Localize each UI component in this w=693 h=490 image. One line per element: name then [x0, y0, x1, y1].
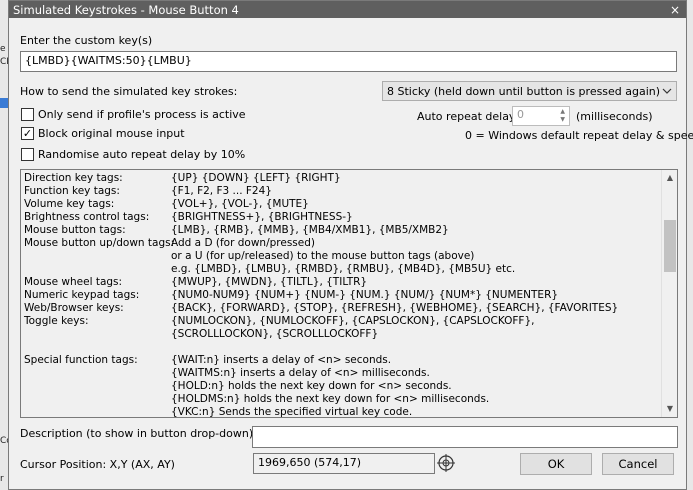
help-row-tag: Web/Browser keys:	[24, 302, 124, 314]
title-bar: Simulated Keystrokes - Mouse Button 4 ×	[9, 1, 686, 18]
tag-help-panel[interactable]: Direction key tags: {UP} {DOWN} {LEFT} {R…	[20, 169, 678, 418]
checkmark-icon[interactable]: ✓	[21, 127, 34, 140]
window-title: Simulated Keystrokes - Mouse Button 4	[13, 2, 239, 17]
help-row-desc: or a U (for up/released) to the mouse bu…	[171, 250, 475, 262]
help-row-desc: {WAITMS:n} inserts a delay of <n> millis…	[171, 367, 430, 379]
only-if-active-label: Only send if profile's process is active	[38, 108, 246, 121]
help-row-desc: {UP} {DOWN} {LEFT} {RIGHT}	[171, 172, 341, 184]
auto-repeat-spinner[interactable]: 0 ▲ ▼	[512, 106, 570, 126]
custom-keys-input[interactable]: {LMBD}{WAITMS:50}{LMBU}	[20, 51, 677, 72]
custom-keys-label: Enter the custom key(s)	[20, 34, 153, 47]
scroll-up-icon[interactable]: ▲	[662, 170, 677, 186]
block-original-label: Block original mouse input	[38, 127, 185, 140]
bg-text-fragment: e	[0, 44, 6, 54]
help-row-tag: Function key tags:	[24, 185, 120, 197]
help-row-desc: {BRIGHTNESS+}, {BRIGHTNESS-}	[171, 211, 353, 223]
help-row-tag: Mouse button tags:	[24, 224, 126, 236]
block-original-checkbox[interactable]: ✓ Block original mouse input	[21, 127, 185, 140]
help-row-tag: Mouse wheel tags:	[24, 276, 123, 288]
cursor-position-value: 1969,650 (574,17)	[253, 453, 435, 474]
auto-repeat-note: 0 = Windows default repeat delay & speed…	[465, 129, 693, 142]
help-row-desc: {HOLD:n} holds the next key down for <n>…	[171, 380, 452, 392]
close-icon[interactable]: ×	[670, 3, 680, 17]
description-input[interactable]	[252, 426, 678, 448]
checkbox-box[interactable]	[21, 108, 34, 121]
help-row-tag: Direction key tags:	[24, 172, 123, 184]
ok-button[interactable]: OK	[520, 453, 592, 475]
randomise-checkbox[interactable]: Randomise auto repeat delay by 10%	[21, 148, 245, 161]
help-row-tag: Special function tags:	[24, 354, 138, 366]
help-row-desc: Add a D (for down/pressed)	[171, 237, 315, 249]
help-row-desc: {LMB}, {RMB}, {MMB}, {MB4/XMB1}, {MB5/XM…	[171, 224, 449, 236]
send-mode-label: How to send the simulated key strokes:	[20, 85, 238, 98]
help-row-desc: {NUMLOCKON}, {NUMLOCKOFF}, {CAPSLOCKON},…	[171, 315, 535, 327]
send-mode-select[interactable]: 8 Sticky (held down until button is pres…	[382, 81, 677, 101]
help-row-desc: {SCROLLLOCKON}, {SCROLLLOCKOFF}	[171, 328, 379, 340]
help-row-desc: {BACK}, {FORWARD}, {STOP}, {REFRESH}, {W…	[171, 302, 619, 314]
spinner-arrows-icon[interactable]: ▲ ▼	[560, 108, 565, 124]
description-label: Description (to show in button drop-down…	[20, 427, 254, 440]
crosshair-target-icon[interactable]	[437, 454, 455, 472]
help-row-desc: {MWUP}, {MWDN}, {TILTL}, {TILTR}	[171, 276, 368, 288]
checkbox-box[interactable]	[21, 148, 34, 161]
auto-repeat-value: 0	[517, 108, 524, 121]
cursor-position-label: Cursor Position: X,Y (AX, AY)	[20, 458, 175, 471]
help-row-desc: {F1, F2, F3 ... F24}	[171, 185, 272, 197]
help-row-desc: e.g. {LMBD}, {LMBU}, {RMBD}, {RMBU}, {MB…	[171, 263, 516, 275]
chevron-down-icon	[662, 88, 672, 94]
send-mode-value: 8 Sticky (held down until button is pres…	[387, 84, 661, 98]
help-row-tag: Volume key tags:	[24, 198, 115, 210]
scroll-thumb[interactable]	[664, 220, 676, 272]
cancel-button[interactable]: Cancel	[602, 453, 674, 475]
help-row-tag: Numeric keypad tags:	[24, 289, 140, 301]
help-row-desc: {WAIT:n} inserts a delay of <n> seconds.	[171, 354, 392, 366]
vertical-scrollbar[interactable]: ▲ ▼	[661, 170, 677, 417]
simulated-keystrokes-dialog: Simulated Keystrokes - Mouse Button 4 × …	[8, 0, 693, 490]
auto-repeat-label: Auto repeat delay	[417, 110, 516, 123]
bg-text-fragment: r	[0, 474, 4, 484]
help-row-desc: {VKC:n} Sends the specified virtual key …	[171, 406, 413, 418]
only-if-active-checkbox[interactable]: Only send if profile's process is active	[21, 108, 246, 121]
help-row-desc: {NUM0-NUM9} {NUM+} {NUM-} {NUM.} {NUM/} …	[171, 289, 559, 301]
help-row-tag: Mouse button up/down tags:	[24, 237, 175, 249]
help-row-desc: {HOLDMS:n} holds the next key down for <…	[171, 393, 490, 405]
help-row-tag: Brightness control tags:	[24, 211, 150, 223]
randomise-label: Randomise auto repeat delay by 10%	[38, 148, 246, 161]
scroll-down-icon[interactable]: ▼	[662, 401, 677, 417]
help-row-tag: Toggle keys:	[24, 315, 89, 327]
auto-repeat-unit: (milliseconds)	[576, 110, 653, 123]
help-row-desc: {VOL+}, {VOL-}, {MUTE}	[171, 198, 309, 210]
